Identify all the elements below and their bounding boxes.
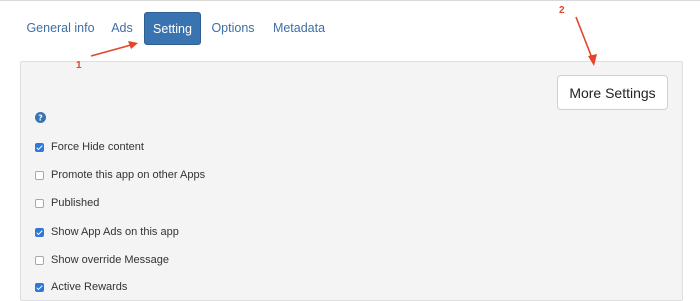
annotation-arrows bbox=[90, 16, 597, 66]
annotation-arrowhead-1 bbox=[128, 41, 138, 49]
annotation-arrow-2 bbox=[575, 16, 593, 59]
annotation-arrowhead-2 bbox=[588, 54, 597, 66]
annotation-arrow-1 bbox=[90, 44, 132, 57]
